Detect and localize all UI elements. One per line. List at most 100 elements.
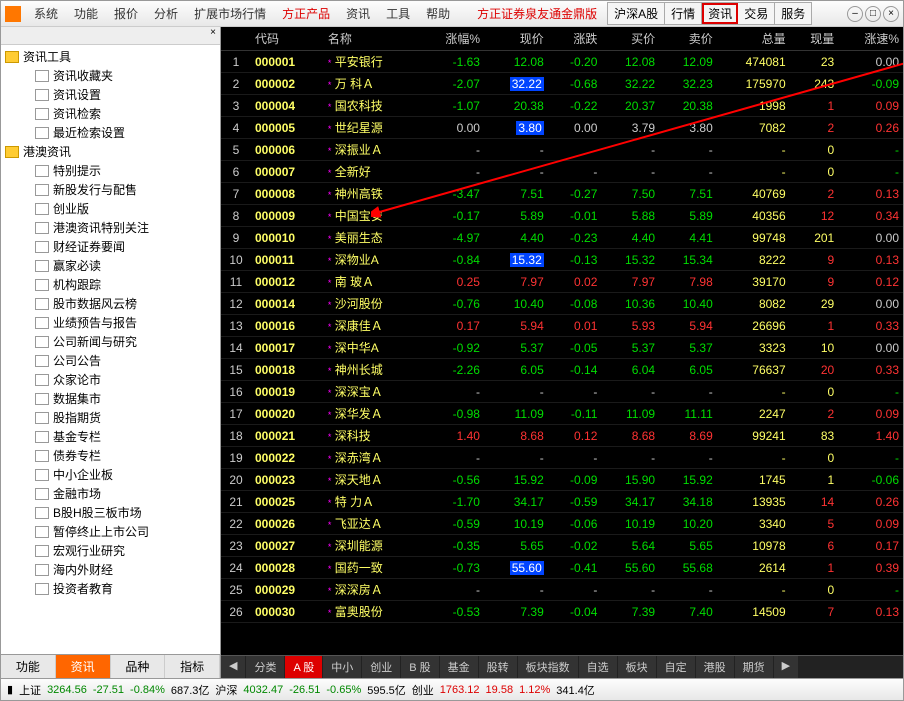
table-row[interactable]: 24000028* 国药一致-0.7355.60-0.4155.6055.682… xyxy=(221,557,903,579)
table-row[interactable]: 16000019* 深深宝Ａ------0- xyxy=(221,381,903,403)
tree-item[interactable]: 港澳资讯特别关注 xyxy=(1,218,220,237)
col-header[interactable]: 涨幅% xyxy=(419,27,484,51)
table-row[interactable]: 9000010* 美丽生态-4.974.40-0.234.404.4199748… xyxy=(221,227,903,249)
table-row[interactable]: 11000012* 南 玻Ａ0.257.970.027.977.98391709… xyxy=(221,271,903,293)
sidebar-tab-资讯[interactable]: 资讯 xyxy=(56,655,111,678)
top-tab-服务[interactable]: 服务 xyxy=(775,3,811,24)
table-row[interactable]: 1000001* 平安银行-1.6312.08-0.2012.0812.0947… xyxy=(221,51,903,73)
maximize-button[interactable]: □ xyxy=(865,6,881,22)
tree-item[interactable]: 金融市场 xyxy=(1,484,220,503)
table-row[interactable]: 20000023* 深天地Ａ-0.5615.92-0.0915.9015.921… xyxy=(221,469,903,491)
col-header[interactable]: 涨速% xyxy=(838,27,903,51)
table-row[interactable]: 7000008* 神州高铁-3.477.51-0.277.507.5140769… xyxy=(221,183,903,205)
menu-方正产品[interactable]: 方正产品 xyxy=(275,2,337,25)
col-header[interactable]: 卖价 xyxy=(659,27,717,51)
tree-item[interactable]: 债券专栏 xyxy=(1,446,220,465)
top-tab-资讯[interactable]: 资讯 xyxy=(702,3,738,24)
bottom-tab-创业[interactable]: 创业 xyxy=(362,656,400,678)
sidebar-tab-品种[interactable]: 品种 xyxy=(111,655,166,678)
tree-item[interactable]: 公司公告 xyxy=(1,351,220,370)
menu-工具[interactable]: 工具 xyxy=(379,2,417,25)
menu-系统[interactable]: 系统 xyxy=(27,2,65,25)
table-row[interactable]: 26000030* 富奥股份-0.537.39-0.047.397.401450… xyxy=(221,601,903,623)
minimize-button[interactable]: – xyxy=(847,6,863,22)
sidebar-tab-功能[interactable]: 功能 xyxy=(1,655,56,678)
tree-item[interactable]: 基金专栏 xyxy=(1,427,220,446)
btab-left[interactable]: ◀ xyxy=(221,656,245,678)
menu-功能[interactable]: 功能 xyxy=(67,2,105,25)
col-header[interactable]: 现价 xyxy=(484,27,548,51)
top-tab-行情[interactable]: 行情 xyxy=(665,3,702,24)
tree-item[interactable]: 宏观行业研究 xyxy=(1,541,220,560)
sidebar-close-icon[interactable]: × xyxy=(210,27,216,44)
tree-item[interactable]: 财经证券要闻 xyxy=(1,237,220,256)
table-row[interactable]: 2000002* 万 科Ａ-2.0732.22-0.6832.2232.2317… xyxy=(221,73,903,95)
bottom-tab-A 股[interactable]: A 股 xyxy=(285,656,322,678)
bottom-tab-自选[interactable]: 自选 xyxy=(579,656,617,678)
col-header[interactable]: 买价 xyxy=(601,27,659,51)
tree-item[interactable]: 公司新闻与研究 xyxy=(1,332,220,351)
btab-right[interactable]: ▶ xyxy=(774,656,798,678)
col-header[interactable]: 总量 xyxy=(717,27,790,51)
col-header[interactable]: 现量 xyxy=(790,27,839,51)
tree-item[interactable]: 中小企业板 xyxy=(1,465,220,484)
bottom-tab-板块指数[interactable]: 板块指数 xyxy=(518,656,578,678)
menu-帮助[interactable]: 帮助 xyxy=(419,2,457,25)
table-row[interactable]: 21000025* 特 力Ａ-1.7034.17-0.5934.1734.181… xyxy=(221,491,903,513)
tree-item[interactable]: 投资者教育 xyxy=(1,579,220,598)
table-row[interactable]: 10000011* 深物业A-0.8415.32-0.1315.3215.348… xyxy=(221,249,903,271)
table-row[interactable]: 8000009* 中国宝安-0.175.89-0.015.885.8940356… xyxy=(221,205,903,227)
tree-item[interactable]: 机构跟踪 xyxy=(1,275,220,294)
table-row[interactable]: 25000029* 深深房Ａ------0- xyxy=(221,579,903,601)
bottom-tab-期货[interactable]: 期货 xyxy=(735,656,773,678)
tree-folder[interactable]: 资讯工具 xyxy=(1,47,220,66)
bottom-tab-B 股[interactable]: B 股 xyxy=(401,656,438,678)
bottom-tab-分类[interactable]: 分类 xyxy=(246,656,284,678)
table-row[interactable]: 4000005* 世纪星源0.003.800.003.793.80708220.… xyxy=(221,117,903,139)
table-row[interactable]: 6000007* 全新好------0- xyxy=(221,161,903,183)
table-row[interactable]: 22000026* 飞亚达Ａ-0.5910.19-0.0610.1910.203… xyxy=(221,513,903,535)
tree-item[interactable]: 创业版 xyxy=(1,199,220,218)
table-row[interactable]: 17000020* 深华发Ａ-0.9811.09-0.1111.0911.112… xyxy=(221,403,903,425)
tree-item[interactable]: 资讯收藏夹 xyxy=(1,66,220,85)
tree-item[interactable]: 数据集市 xyxy=(1,389,220,408)
table-row[interactable]: 23000027* 深圳能源-0.355.65-0.025.645.651097… xyxy=(221,535,903,557)
col-header[interactable] xyxy=(221,27,251,51)
top-tab-交易[interactable]: 交易 xyxy=(738,3,775,24)
menu-报价[interactable]: 报价 xyxy=(107,2,145,25)
tree-item[interactable]: 股指期货 xyxy=(1,408,220,427)
bottom-tab-板块[interactable]: 板块 xyxy=(618,656,656,678)
table-row[interactable]: 14000017* 深中华A-0.925.37-0.055.375.373323… xyxy=(221,337,903,359)
tree-item[interactable]: 赢家必读 xyxy=(1,256,220,275)
table-row[interactable]: 19000022* 深赤湾Ａ------0- xyxy=(221,447,903,469)
top-tab-沪深A股[interactable]: 沪深A股 xyxy=(608,3,665,24)
tree-item[interactable]: 资讯检索 xyxy=(1,104,220,123)
sidebar-tab-指标[interactable]: 指标 xyxy=(165,655,220,678)
col-header[interactable]: 涨跌 xyxy=(548,27,602,51)
tree-item[interactable]: 新股发行与配售 xyxy=(1,180,220,199)
menu-资讯[interactable]: 资讯 xyxy=(339,2,377,25)
table-row[interactable]: 3000004* 国农科技-1.0720.38-0.2220.3720.3819… xyxy=(221,95,903,117)
menu-分析[interactable]: 分析 xyxy=(147,2,185,25)
tree-item[interactable]: B股H股三板市场 xyxy=(1,503,220,522)
tree-item[interactable]: 股市数据风云榜 xyxy=(1,294,220,313)
bottom-tab-股转[interactable]: 股转 xyxy=(479,656,517,678)
tree-item[interactable]: 海内外财经 xyxy=(1,560,220,579)
table-row[interactable]: 18000021* 深科技1.408.680.128.688.699924183… xyxy=(221,425,903,447)
table-row[interactable]: 12000014* 沙河股份-0.7610.40-0.0810.3610.408… xyxy=(221,293,903,315)
table-row[interactable]: 13000016* 深康佳Ａ0.175.940.015.935.94266961… xyxy=(221,315,903,337)
bottom-tab-自定[interactable]: 自定 xyxy=(657,656,695,678)
tree-item[interactable]: 业绩预告与报告 xyxy=(1,313,220,332)
tree-item[interactable]: 众家论市 xyxy=(1,370,220,389)
tree-item[interactable]: 特别提示 xyxy=(1,161,220,180)
bottom-tab-基金[interactable]: 基金 xyxy=(440,656,478,678)
col-header[interactable]: 名称 xyxy=(324,27,419,51)
tree-item[interactable]: 资讯设置 xyxy=(1,85,220,104)
table-row[interactable]: 5000006* 深振业Ａ------0- xyxy=(221,139,903,161)
close-button[interactable]: × xyxy=(883,6,899,22)
tree-item[interactable]: 暂停终止上市公司 xyxy=(1,522,220,541)
tree-item[interactable]: 最近检索设置 xyxy=(1,123,220,142)
menu-扩展市场行情[interactable]: 扩展市场行情 xyxy=(187,2,273,25)
tree-folder[interactable]: 港澳资讯 xyxy=(1,142,220,161)
table-row[interactable]: 15000018* 神州长城-2.266.05-0.146.046.057663… xyxy=(221,359,903,381)
